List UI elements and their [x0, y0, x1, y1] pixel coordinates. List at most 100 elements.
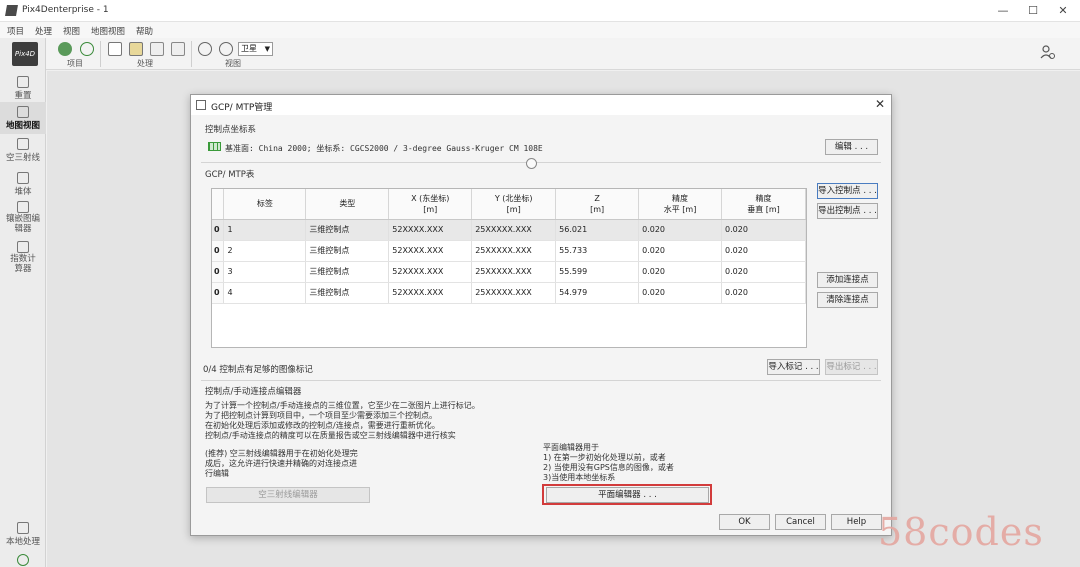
cell-z[interactable]: 55.599 [555, 261, 640, 283]
cell-type[interactable]: 三维控制点 [305, 282, 390, 304]
cancel-button[interactable]: Cancel [775, 514, 826, 530]
cell-z[interactable]: 55.733 [555, 240, 640, 262]
menu-map-view[interactable]: 地图视图 [91, 25, 125, 37]
edit-coord-button[interactable]: 编辑 . . . [825, 139, 878, 155]
zoom-in-icon[interactable] [198, 42, 212, 56]
add-tie-point-button[interactable]: 添加连接点 [817, 272, 878, 288]
export-gcp-button[interactable]: 导出控制点 . . . [817, 203, 878, 219]
menu-help[interactable]: 帮助 [136, 25, 153, 37]
gcp-table-grid: 标签 类型 X (东坐标) [m] Y (北坐标) [m] Z [m] 精度 水… [212, 189, 806, 304]
app-icon [5, 5, 18, 16]
cell-h-accuracy[interactable]: 0.020 [638, 261, 723, 283]
toolbar: 项目 处理 卫星 ▼ 视图 [0, 38, 1080, 70]
new-file-icon[interactable] [108, 42, 122, 56]
cell-label[interactable]: 3 [223, 261, 307, 283]
planar-editor-desc-line: 2) 当使用没有GPS信息的图像，或者 [543, 463, 674, 472]
cell-type[interactable]: 三维控制点 [305, 261, 390, 283]
gcp-table: 标签 类型 X (东坐标) [m] Y (北坐标) [m] Z [m] 精度 水… [211, 188, 807, 348]
toolbar-group-process-label: 处理 [137, 59, 153, 68]
cell-z[interactable]: 54.979 [555, 282, 640, 304]
table-header-label[interactable]: 标签 [223, 189, 307, 220]
sidebar-item-volumes[interactable]: 堆体 [0, 172, 46, 197]
cell-x[interactable]: 52XXXX.XXX [388, 282, 473, 304]
cell-z[interactable]: 56.021 [555, 219, 640, 241]
cell-v-accuracy[interactable]: 0.020 [721, 261, 806, 283]
import-marks-button[interactable]: 导入标记 . . . [767, 359, 820, 375]
table-header-horizontal-accuracy[interactable]: 精度 水平 [m] [638, 189, 723, 220]
cell-label[interactable]: 4 [223, 282, 307, 304]
table-row[interactable]: 0 2 三维控制点 52XXXX.XXX 25XXXXX.XXX 55.733 … [212, 240, 806, 262]
cell-y[interactable]: 25XXXXX.XXX [471, 240, 557, 262]
table-row[interactable]: 0 3 三维控制点 52XXXX.XXX 25XXXXX.XXX 55.599 … [212, 261, 806, 283]
help-button[interactable]: Help [831, 514, 882, 530]
table-header-x[interactable]: X (东坐标) [m] [388, 189, 473, 220]
ray-cloud-editor-button[interactable]: 空三射线编辑器 [206, 487, 370, 503]
table-header-z[interactable]: Z [m] [555, 189, 640, 220]
export-marks-button[interactable]: 导出标记 . . . [825, 359, 878, 375]
toolbar-separator [100, 41, 101, 67]
home-icon [17, 76, 29, 88]
process-icon[interactable] [150, 42, 164, 56]
menu-process[interactable]: 处理 [35, 25, 52, 37]
sidebar-item-map-view[interactable]: 地图视图 [0, 102, 46, 134]
dialog-close-button[interactable]: ✕ [875, 97, 885, 111]
editor-desc-line: 为了把控制点计算到项目中，一个项目至少需要添加三个控制点。 [205, 411, 437, 420]
highlight-annotation [542, 484, 712, 505]
cell-type[interactable]: 三维控制点 [305, 219, 390, 241]
open-folder-icon[interactable] [129, 42, 143, 56]
cell-v-accuracy[interactable]: 0.020 [721, 282, 806, 304]
sidebar-item-mosaic-editor[interactable]: 镶嵌图编辑器 [0, 201, 46, 234]
cell-h-accuracy[interactable]: 0.020 [638, 282, 723, 304]
minimize-button[interactable]: — [988, 2, 1018, 20]
cell-x[interactable]: 52XXXX.XXX [388, 219, 473, 241]
table-header-y[interactable]: Y (北坐标) [m] [471, 189, 557, 220]
cell-y[interactable]: 25XXXXX.XXX [471, 261, 557, 283]
table-header-vertical-accuracy[interactable]: 精度 垂直 [m] [721, 189, 806, 220]
sidebar-item-ray-cloud[interactable]: 空三射线 [0, 138, 46, 163]
table-row[interactable]: 0 4 三维控制点 52XXXX.XXX 25XXXXX.XXX 54.979 … [212, 282, 806, 304]
settings-icon[interactable] [171, 42, 185, 56]
zoom-out-icon[interactable] [219, 42, 233, 56]
sidebar-item-label: 重置 [14, 91, 32, 101]
cell-v-accuracy[interactable]: 0.020 [721, 240, 806, 262]
editor-desc-line: 为了计算一个控制点/手动连接点的三维位置，它至少在二张图片上进行标记。 [205, 401, 480, 410]
cell-x[interactable]: 52XXXX.XXX [388, 261, 473, 283]
sidebar-item-reset[interactable]: 重置 [0, 76, 46, 101]
user-settings-icon[interactable] [1040, 44, 1056, 60]
import-gcp-button[interactable]: 导入控制点 . . . [817, 183, 878, 199]
sidebar-item-local-processing[interactable]: 本地处理 [0, 522, 46, 547]
splitter-handle[interactable] [526, 158, 537, 169]
cell-label[interactable]: 1 [223, 219, 307, 241]
sidebar-item-label: 镶嵌图编辑器 [6, 214, 41, 234]
menu-view[interactable]: 视图 [63, 25, 80, 37]
cell-y[interactable]: 25XXXXX.XXX [471, 219, 557, 241]
row-flag: 0 [212, 261, 225, 283]
table-row[interactable]: 0 1 三维控制点 52XXXX.XXX 25XXXXX.XXX 56.021 … [212, 219, 806, 241]
cell-x[interactable]: 52XXXX.XXX [388, 240, 473, 262]
cell-y[interactable]: 25XXXXX.XXX [471, 282, 557, 304]
cell-h-accuracy[interactable]: 0.020 [638, 219, 723, 241]
globe-icon[interactable] [58, 42, 72, 56]
ok-button[interactable]: OK [719, 514, 770, 530]
maximize-button[interactable]: ☐ [1018, 2, 1048, 20]
close-button[interactable]: ✕ [1048, 2, 1078, 20]
planar-editor-desc-line: 1) 在第一步初始化处理以前，或者 [543, 453, 666, 462]
menu-project[interactable]: 项目 [7, 25, 24, 37]
sidebar-item-label: 指数计算器 [10, 254, 36, 274]
coord-section-title: 控制点坐标系 [205, 125, 257, 135]
table-header-row: 标签 类型 X (东坐标) [m] Y (北坐标) [m] Z [m] 精度 水… [212, 189, 806, 220]
local-processing-icon [17, 522, 29, 534]
table-header-type[interactable]: 类型 [305, 189, 390, 220]
clear-tie-point-button[interactable]: 清除连接点 [817, 292, 878, 308]
sidebar-item-index-calculator[interactable]: 指数计算器 [0, 241, 46, 274]
cell-h-accuracy[interactable]: 0.020 [638, 240, 723, 262]
basemap-select-value: 卫星 [241, 44, 257, 53]
cell-v-accuracy[interactable]: 0.020 [721, 219, 806, 241]
cell-type[interactable]: 三维控制点 [305, 240, 390, 262]
row-flag: 0 [212, 219, 225, 241]
marker-status-text: 0/4 控制点有足够的图像标记 [203, 365, 313, 375]
dialog-titlebar: GCP/ MTP管理 ✕ [191, 95, 891, 115]
basemap-select[interactable]: 卫星 ▼ [238, 42, 273, 56]
cell-label[interactable]: 2 [223, 240, 307, 262]
crosshair-icon[interactable] [80, 42, 94, 56]
